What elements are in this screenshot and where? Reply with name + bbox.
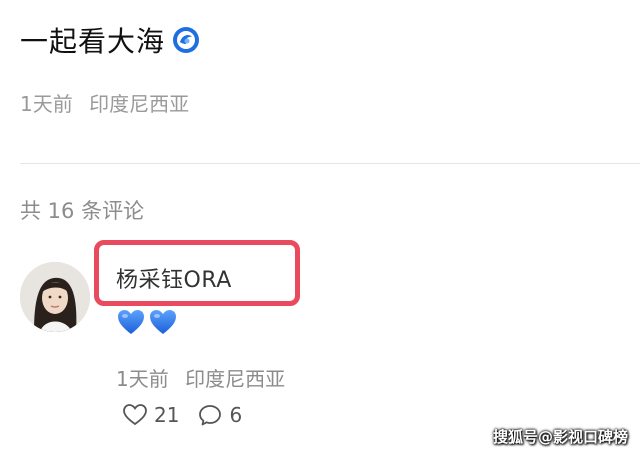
comment-location: 印度尼西亚 [185, 367, 286, 391]
post-meta: 1天前 印度尼西亚 [20, 88, 189, 117]
reply-button[interactable]: 6 [197, 403, 242, 427]
divider [20, 163, 640, 164]
comment-username[interactable]: 杨采钰ORA [116, 262, 232, 294]
comment-content [116, 307, 178, 337]
comment-meta: 1天前 印度尼西亚 [116, 363, 285, 392]
blue-heart-icon [116, 307, 146, 337]
post-title: 一起看大海 [20, 25, 166, 58]
reply-count: 6 [229, 403, 243, 427]
blue-heart-icon [148, 307, 178, 337]
post-location[interactable]: 印度尼西亚 [89, 92, 189, 116]
watermark: 搜狐号@影视口碑榜 [492, 428, 628, 446]
ocean-wave-badge-icon[interactable] [171, 25, 201, 55]
post-header: 一起看大海 [20, 20, 201, 60]
like-button[interactable]: 21 [122, 403, 179, 427]
chat-bubble-icon [199, 405, 222, 426]
heart-outline-icon [123, 404, 147, 426]
avatar[interactable] [20, 262, 90, 332]
comment-actions: 21 6 [122, 403, 260, 427]
comment-time: 1天前 [116, 367, 169, 391]
post-time: 1天前 [20, 92, 73, 116]
comment-count: 共 16 条评论 [20, 199, 145, 223]
like-count: 21 [154, 403, 180, 427]
